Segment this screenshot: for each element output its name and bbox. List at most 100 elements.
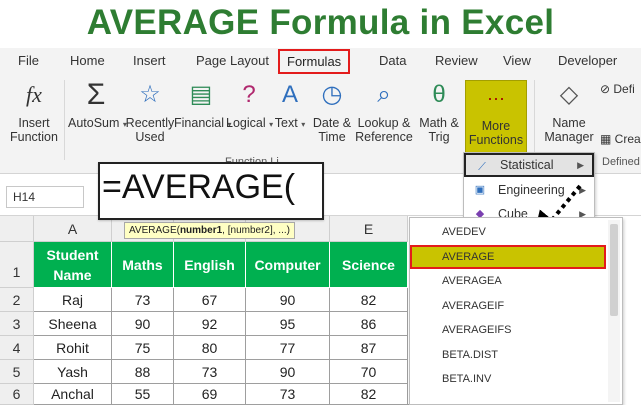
tab-file[interactable]: File [18,48,39,74]
tab-home[interactable]: Home [70,48,105,74]
text-button[interactable]: A Text ▾ [274,78,306,132]
star-icon: ☆ [139,81,161,108]
financial-button[interactable]: ▤ Financial ▾ [174,78,232,132]
table-header-cell[interactable]: Science [330,242,408,288]
lookup-icon: ⌕ [377,81,391,108]
date-time-button[interactable]: ◷ Date & Time [308,78,356,144]
scroll-thumb[interactable] [610,224,618,316]
table-cell[interactable]: Raj [34,288,112,312]
lookup-reference-label: Lookup & Reference [355,116,413,144]
function-item-beta-dist[interactable]: BETA.DIST [410,343,606,367]
recently-used-button[interactable]: ☆ Recently Used [124,78,176,144]
table-cell[interactable]: 90 [246,288,330,312]
tab-view[interactable]: View [503,48,531,74]
autosum-button[interactable]: Σ AutoSum ▾ [68,78,127,132]
date-time-label: Date & Time [312,116,352,144]
more-functions-button[interactable]: ··· More Functions [465,80,527,156]
select-all-corner[interactable] [0,216,34,242]
autosum-label: AutoSum ▾ [68,116,127,130]
function-item-averagea[interactable]: AVERAGEA [410,269,606,293]
table-cell[interactable]: 90 [246,360,330,384]
menu-item-statistical[interactable]: ⟋ Statistical ▶ [464,153,594,177]
function-item-average[interactable]: AVERAGE [410,244,606,269]
table-cell[interactable]: 73 [174,360,246,384]
table-header-cell[interactable]: Maths [112,242,174,288]
engineering-icon: ▣ [474,184,486,196]
tab-review[interactable]: Review [435,48,478,74]
table-header-cell[interactable]: English [174,242,246,288]
tab-developer[interactable]: Developer [558,48,617,74]
text-label: Text ▾ [274,116,306,130]
math-trig-label: Math & Trig [419,116,459,144]
ribbon-tabs: File Home Insert Page Layout Formulas Data Rev… [0,48,641,74]
table-cell[interactable]: 80 [174,336,246,360]
sigma-icon: Σ [86,78,106,111]
theta-icon: θ [432,81,446,108]
name-manager-label: Name Manager [544,116,594,144]
function-item-avedev[interactable]: AVEDEV [410,220,606,244]
tab-formulas[interactable]: Formulas [278,49,351,74]
statistical-functions-list: AVEDEV AVERAGE AVERAGEA AVERAGEIF AVERAGEIFS… [409,217,623,405]
table-header-cell[interactable]: Student Name [34,242,112,288]
table-cell[interactable]: 55 [112,384,174,405]
table-cell[interactable]: 95 [246,312,330,336]
tab-data[interactable]: Data [379,48,406,74]
tab-page-layout[interactable]: Page Layout [196,48,269,74]
table-cell[interactable]: 86 [330,312,408,336]
row-header[interactable]: 6 [0,384,34,405]
name-box[interactable]: H14 [6,186,84,208]
tab-insert[interactable]: Insert [133,48,166,74]
column-header[interactable]: E [330,216,408,242]
define-name-button[interactable]: ⊘ Defi [600,82,635,96]
formula-text: =AVERAGE( [102,168,296,206]
text-icon: A [281,81,298,108]
logical-icon: ? [242,81,256,108]
function-item-averageif[interactable]: AVERAGEIF [410,294,606,318]
table-cell[interactable]: Anchal [34,384,112,405]
table-cell[interactable]: Yash [34,360,112,384]
more-functions-label: More Functions [468,119,524,147]
row-header[interactable]: 1 [0,242,34,288]
table-header-cell[interactable]: Computer [246,242,330,288]
tag-icon: ◇ [559,81,579,108]
table-cell[interactable]: 70 [330,360,408,384]
fx-icon: fx [26,82,42,107]
table-cell[interactable]: 75 [112,336,174,360]
table-cell[interactable]: 73 [112,288,174,312]
table-cell[interactable]: 69 [174,384,246,405]
insert-function-label: Insert Function [10,116,58,144]
lookup-reference-button[interactable]: ⌕ Lookup & Reference [354,78,414,144]
row-header[interactable]: 3 [0,312,34,336]
table-cell[interactable]: Sheena [34,312,112,336]
table-cell[interactable]: 67 [174,288,246,312]
table-cell[interactable]: 73 [246,384,330,405]
more-functions-icon: ··· [487,88,505,108]
table-cell[interactable]: 82 [330,288,408,312]
row-header[interactable]: 5 [0,360,34,384]
function-item-averageifs[interactable]: AVERAGEIFS [410,318,606,342]
math-trig-button[interactable]: θ Math & Trig [416,78,462,144]
table-cell[interactable]: 90 [112,312,174,336]
scrollbar[interactable] [608,220,620,402]
clock-icon: ◷ [321,81,343,108]
row-header[interactable]: 4 [0,336,34,360]
table-cell[interactable]: Rohit [34,336,112,360]
submenu-arrow-icon: ▶ [577,160,584,170]
financial-label: Financial ▾ [174,116,232,130]
function-tooltip: AVERAGE(number1, [number2], ...) [124,222,295,239]
logical-label: Logical ▾ [226,116,274,130]
recently-used-label: Recently Used [125,116,175,144]
logical-button[interactable]: ? Logical ▾ [226,78,274,132]
create-from-selection-button[interactable]: ▦ Crea [600,132,641,146]
name-manager-button[interactable]: ◇ Name Manager [540,78,598,144]
table-cell[interactable]: 88 [112,360,174,384]
financial-icon: ▤ [189,81,213,108]
table-cell[interactable]: 77 [246,336,330,360]
function-item-beta-inv[interactable]: BETA.INV [410,367,606,391]
chart-line-icon: ⟋ [478,161,486,173]
table-cell[interactable]: 82 [330,384,408,405]
table-cell[interactable]: 87 [330,336,408,360]
row-header[interactable]: 2 [0,288,34,312]
table-cell[interactable]: 92 [174,312,246,336]
insert-function-button[interactable]: fx Insert Function [6,78,62,144]
